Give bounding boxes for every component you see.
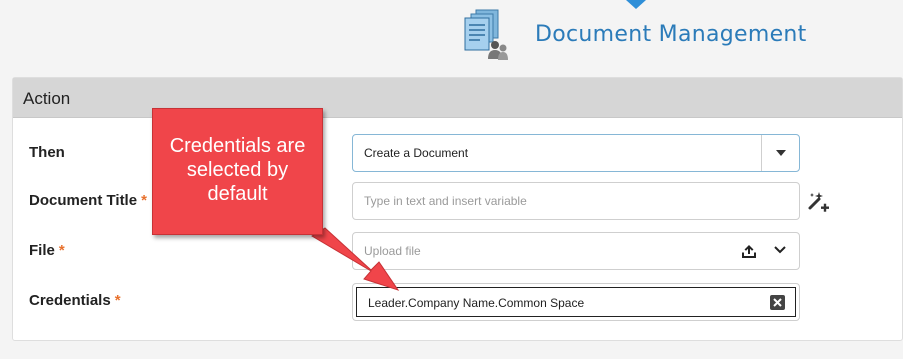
required-marker: *: [141, 192, 147, 209]
callout-line: default: [207, 183, 268, 205]
callout-line: selected by: [186, 159, 289, 181]
then-select[interactable]: Create a Document: [352, 134, 800, 172]
document-title-label-text: Document Title: [29, 192, 138, 209]
credentials-tag[interactable]: Leader.Company Name.Common Space: [356, 287, 796, 317]
then-select-dropdown-button[interactable]: [761, 135, 799, 171]
app-title: Document Management: [535, 22, 807, 47]
file-placeholder: Upload file: [364, 244, 421, 258]
magic-wand-add-icon[interactable]: [807, 191, 829, 213]
panel-header: Action: [13, 78, 902, 118]
clear-icon[interactable]: [770, 295, 785, 310]
document-management-icon: [464, 9, 508, 60]
chevron-down-icon[interactable]: [773, 245, 787, 255]
action-panel: Action Then Create a Document Document T…: [12, 77, 903, 341]
document-title-input[interactable]: Type in text and insert variable: [352, 182, 800, 220]
credentials-label: Credentials *: [29, 292, 121, 309]
header-caret: [626, 0, 646, 9]
required-marker: *: [58, 242, 65, 259]
then-select-value: Create a Document: [364, 146, 469, 160]
file-input[interactable]: Upload file: [352, 232, 800, 270]
credentials-field[interactable]: Leader.Company Name.Common Space: [352, 283, 800, 321]
then-label: Then: [29, 144, 65, 161]
callout-line: Credentials are: [169, 135, 306, 157]
required-marker: *: [114, 292, 121, 309]
upload-icon[interactable]: [741, 243, 757, 259]
credentials-label-text: Credentials: [29, 292, 111, 309]
file-label: File *: [29, 242, 65, 259]
then-label-text: Then: [29, 144, 65, 161]
callout-box: Credentials are selected by default: [152, 108, 323, 235]
triangle-down-icon: [775, 150, 786, 156]
document-title-placeholder: Type in text and insert variable: [364, 194, 527, 208]
file-label-text: File: [29, 242, 55, 259]
credentials-value: Leader.Company Name.Common Space: [368, 296, 585, 310]
document-title-label: Document Title *: [29, 192, 147, 209]
